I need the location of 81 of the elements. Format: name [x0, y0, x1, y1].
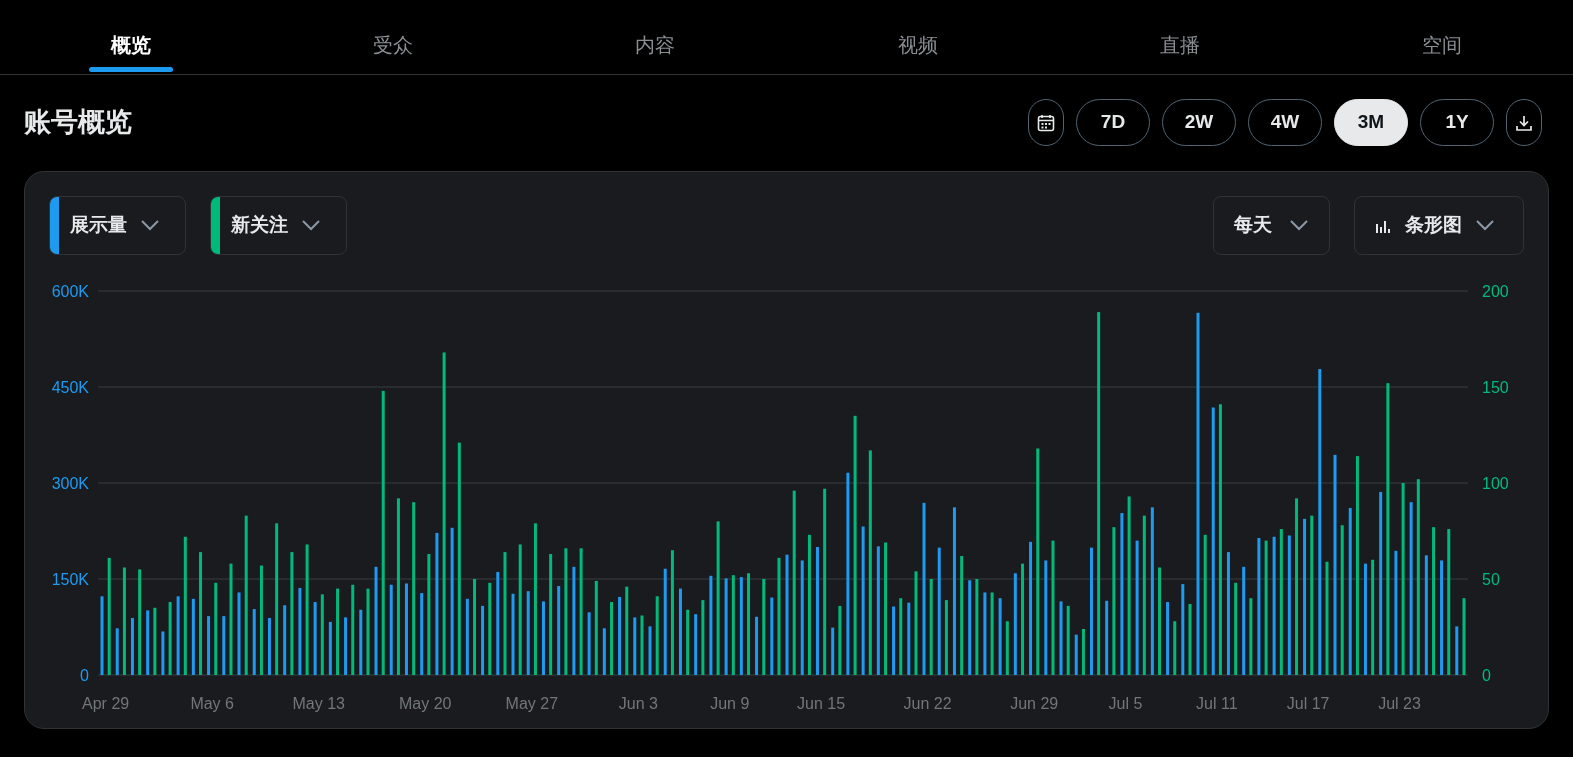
range-button[interactable]: 2W — [1162, 99, 1236, 146]
new-follows-bar — [686, 609, 690, 675]
chevron-down-icon — [1290, 220, 1308, 231]
x-axis-label: Jul 11 — [1196, 695, 1238, 712]
impressions-bar — [831, 627, 835, 675]
impressions-bar — [252, 609, 256, 675]
new-follows-bar — [838, 605, 842, 675]
nav-tab[interactable]: 直播 — [1137, 0, 1222, 74]
right-axis-label: 200 — [1482, 283, 1509, 300]
nav-tab[interactable]: 视频 — [875, 0, 960, 74]
impressions-bar — [130, 618, 134, 675]
impressions-bar — [481, 605, 485, 675]
x-axis-label: May 13 — [292, 695, 345, 712]
right-axis-label: 50 — [1482, 571, 1500, 588]
new-follows-bar — [1173, 621, 1177, 675]
impressions-bar — [267, 618, 271, 675]
impressions-bar — [222, 616, 226, 675]
x-axis-label: May 27 — [505, 695, 559, 712]
impressions-bar — [283, 605, 287, 675]
range-button[interactable]: 4W — [1248, 99, 1322, 146]
x-axis-label: Jul 23 — [1378, 695, 1421, 712]
impressions-bar — [207, 616, 211, 675]
range-button[interactable]: 3M — [1334, 99, 1408, 146]
x-axis-label: Jun 29 — [1010, 695, 1059, 712]
x-axis-label: May 20 — [399, 695, 452, 712]
impressions-bar — [161, 631, 165, 675]
x-axis-label: Jul 5 — [1108, 695, 1143, 712]
new-follows-bar — [1081, 628, 1085, 675]
impressions-bar — [633, 617, 637, 675]
left-axis-label: 150K — [51, 571, 89, 588]
new-follows-bar — [1066, 605, 1070, 675]
download-button[interactable] — [1506, 99, 1542, 146]
nav-tab[interactable]: 受众 — [351, 0, 436, 74]
impressions-bar — [328, 621, 332, 675]
impressions-bar — [648, 626, 652, 675]
metric-dropdown[interactable]: 展示量 — [49, 196, 186, 255]
left-axis-label: 300K — [51, 475, 89, 492]
nav-tab[interactable]: 内容 — [613, 0, 698, 74]
nav-tab[interactable]: 概览 — [89, 0, 174, 74]
chart-type-dropdown[interactable]: 条形图 — [1354, 196, 1524, 255]
left-axis-label: 600K — [51, 283, 89, 300]
nav-tab[interactable]: 空间 — [1399, 0, 1484, 74]
left-axis-label: 450K — [51, 379, 89, 396]
right-axis-label: 150 — [1482, 379, 1509, 396]
x-axis-label: Jun 22 — [903, 695, 952, 712]
impressions-bar — [892, 606, 896, 675]
range-button[interactable]: 7D — [1076, 99, 1150, 146]
x-axis-label: Jun 9 — [710, 695, 750, 712]
new-follows-bar — [1005, 621, 1009, 675]
impressions-bar — [1455, 626, 1459, 675]
impressions-bar — [587, 612, 591, 675]
calendar-button[interactable] — [1028, 99, 1064, 146]
impressions-bar — [344, 617, 348, 675]
metric-dropdown[interactable]: 新关注 — [210, 196, 347, 255]
new-follows-bar — [640, 615, 644, 675]
impressions-bar — [755, 616, 759, 675]
impressions-bar — [115, 628, 119, 675]
page-title: 账号概览 — [24, 106, 132, 139]
x-axis-label: Jun 3 — [618, 695, 658, 712]
new-follows-bar — [153, 607, 157, 675]
x-axis-label: Jun 15 — [797, 695, 846, 712]
chevron-down-icon — [302, 220, 320, 231]
range-button[interactable]: 1Y — [1420, 99, 1494, 146]
new-follows-bar — [1188, 603, 1192, 675]
impressions-bar — [602, 628, 606, 675]
impressions-bar — [694, 614, 698, 675]
bar-chart-icon — [1375, 218, 1391, 233]
left-axis-label: 0 — [80, 667, 89, 684]
right-axis-label: 100 — [1482, 475, 1509, 492]
x-axis-label: Apr 29 — [82, 695, 130, 712]
right-axis-label: 0 — [1482, 667, 1491, 684]
chevron-down-icon — [141, 220, 159, 231]
chevron-down-icon — [1476, 220, 1494, 231]
impressions-bar — [1074, 634, 1078, 675]
impressions-bar — [359, 609, 363, 675]
download-icon — [1515, 113, 1533, 132]
x-axis-label: Jul 17 — [1286, 695, 1330, 712]
impressions-bar — [146, 610, 150, 675]
interval-dropdown[interactable]: 每天 — [1213, 196, 1330, 255]
x-axis-label: May 6 — [190, 695, 234, 712]
calendar-icon — [1037, 113, 1055, 132]
